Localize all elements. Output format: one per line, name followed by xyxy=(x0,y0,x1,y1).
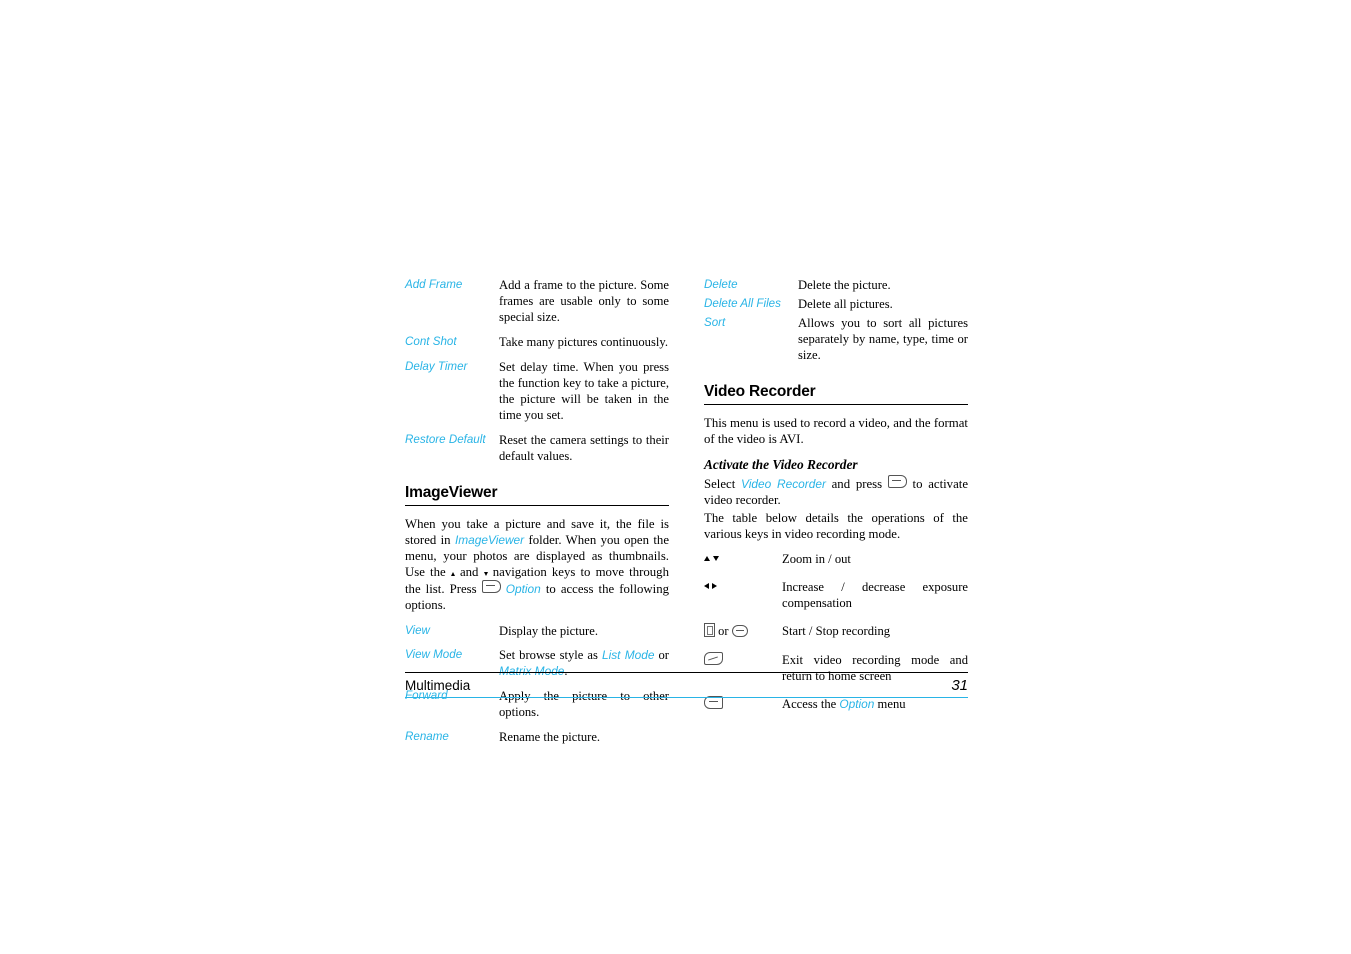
inline-link-list-mode: List Mode xyxy=(601,648,655,663)
video-keys-table: Zoom in / out Increase / decrease exposu… xyxy=(704,551,968,726)
text-fragment: and press xyxy=(825,477,888,492)
table-row: Rename Rename the picture. xyxy=(405,730,669,755)
arrow-left-icon xyxy=(704,582,709,589)
activate-instructions: Select Video Recorder and press to activ… xyxy=(704,475,968,508)
hangup-key-icon xyxy=(704,651,723,665)
option-term: Delete All Files xyxy=(704,296,781,310)
table-row: Zoom in / out xyxy=(704,551,968,579)
text-fragment: Set browse style as xyxy=(499,648,602,663)
text-fragment: menu xyxy=(874,697,906,711)
table-row: Delay Timer Set delay time. When you pre… xyxy=(405,360,669,433)
table-row: Sort Allows you to sort all pictures sep… xyxy=(704,316,968,373)
option-desc: Rename the picture. xyxy=(499,730,601,745)
key-table-intro: The table below details the operations o… xyxy=(704,511,968,542)
option-desc: Display the picture. xyxy=(499,623,598,638)
key-icons-cell xyxy=(704,551,782,579)
inline-link-option: Option xyxy=(839,697,875,711)
option-desc: Delete all pictures. xyxy=(798,296,893,311)
text-fragment: and xyxy=(454,565,484,580)
ok-key-icon xyxy=(731,624,748,637)
page-footer: Multimedia 31 xyxy=(405,670,968,698)
footer-page-number: 31 xyxy=(951,677,968,694)
table-row: Add Frame Add a frame to the picture. So… xyxy=(405,278,669,335)
option-term: View xyxy=(405,623,430,637)
key-desc-cell: Access the Option menu xyxy=(782,696,968,725)
left-softkey-icon xyxy=(481,580,501,594)
table-row: Access the Option menu xyxy=(704,696,968,725)
table-row: Cont Shot Take many pictures continuousl… xyxy=(405,335,669,360)
subheading-activate-video-recorder: Activate the Video Recorder xyxy=(704,457,858,473)
option-term: Rename xyxy=(405,730,449,744)
option-term: Delete xyxy=(704,278,738,291)
footer-section-name: Multimedia xyxy=(405,678,471,693)
video-recorder-intro: This menu is used to record a video, and… xyxy=(704,415,968,447)
camera-options-table-right: Delete Delete the picture. Delete All Fi… xyxy=(704,278,968,373)
table-row: View Display the picture. xyxy=(405,624,669,649)
arrow-down-icon xyxy=(713,555,720,561)
option-desc: Set delay time. When you press the funct… xyxy=(499,359,669,422)
section-heading-video-recorder: Video Recorder xyxy=(704,383,968,405)
arrow-up-icon xyxy=(704,555,710,561)
key-icons-cell: or xyxy=(704,622,782,652)
document-page: Add Frame Add a frame to the picture. So… xyxy=(0,0,1351,954)
table-row: Restore Default Reset the camera setting… xyxy=(405,433,669,474)
table-row: or Start / Stop recording xyxy=(704,622,968,652)
footer-rule-bottom xyxy=(405,697,968,698)
text-fragment: Select xyxy=(704,477,741,492)
text-fragment: Access the xyxy=(782,697,840,711)
key-desc-cell: Zoom in / out xyxy=(782,551,851,566)
option-term: Add Frame xyxy=(405,278,463,291)
key-icons-cell xyxy=(704,579,782,623)
inline-link-video-recorder: Video Recorder xyxy=(740,477,826,492)
option-desc: Delete the picture. xyxy=(798,278,891,292)
option-desc: Take many pictures continuously. xyxy=(499,334,668,349)
footer-row: Multimedia 31 xyxy=(405,677,968,694)
option-term: Restore Default xyxy=(405,432,486,446)
left-softkey-icon xyxy=(887,475,907,489)
option-desc: Add a frame to the picture. Some frames … xyxy=(499,278,669,324)
imageviewer-intro-paragraph: When you take a picture and save it, the… xyxy=(405,516,669,614)
text-fragment: or xyxy=(654,648,670,663)
option-desc: Reset the camera settings to their defau… xyxy=(499,432,669,463)
table-row: Delete All Files Delete all pictures. xyxy=(704,297,968,316)
arrow-right-icon xyxy=(712,582,718,589)
key-icons-cell xyxy=(704,696,782,725)
section-heading-imageviewer: ImageViewer xyxy=(405,484,669,506)
footer-rule-top xyxy=(405,672,968,673)
table-row: Delete Delete the picture. xyxy=(704,278,968,297)
table-row: Increase / decrease exposure compensatio… xyxy=(704,579,968,623)
option-desc: Allows you to sort all pictures separate… xyxy=(798,315,968,362)
option-term: Delay Timer xyxy=(405,359,468,373)
or-label: or xyxy=(718,623,729,638)
key-desc-cell: Start / Stop recording xyxy=(782,623,891,638)
camera-key-icon xyxy=(704,622,715,637)
option-term: Sort xyxy=(704,315,726,329)
key-desc-cell: Increase / decrease exposure compensatio… xyxy=(782,579,968,610)
option-term: Cont Shot xyxy=(405,334,457,348)
inline-link-option: Option xyxy=(505,582,541,597)
camera-options-table-left: Add Frame Add a frame to the picture. So… xyxy=(405,278,669,474)
inline-link-imageviewer: ImageViewer xyxy=(454,532,525,547)
